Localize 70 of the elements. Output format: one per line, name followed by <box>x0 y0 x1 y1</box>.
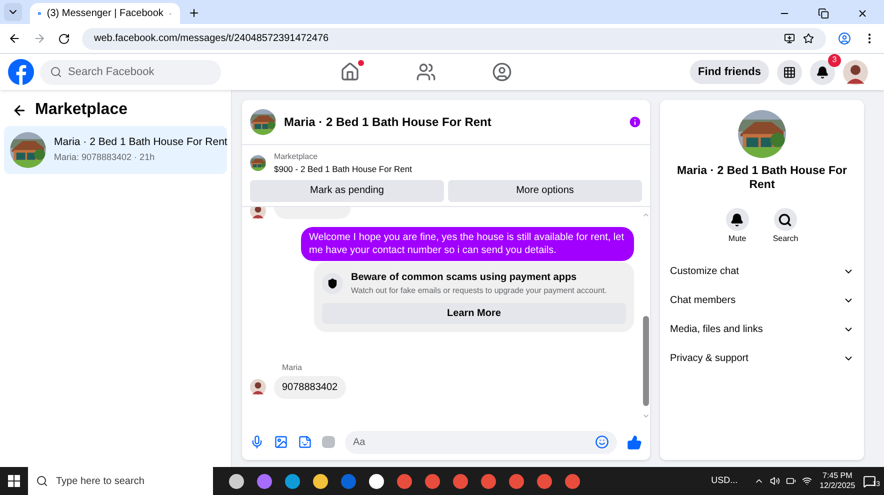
mute-button[interactable]: Mute <box>726 208 749 245</box>
restore-icon[interactable] <box>818 8 829 19</box>
sidebar-title: Marketplace <box>35 100 128 120</box>
listing-title: $900 - 2 Bed 1 Bath House For Rent <box>274 163 412 176</box>
sticker-icon[interactable] <box>298 435 312 449</box>
profile-icon[interactable] <box>838 32 851 45</box>
tray-widget-text[interactable]: USD... <box>711 474 738 488</box>
conversation-preview: Maria: 9078883402 · 21h <box>54 151 156 164</box>
reload-icon[interactable] <box>58 32 70 44</box>
bookmark-star-icon[interactable] <box>803 33 814 44</box>
browser-tab[interactable]: (3) Messenger | Facebook <box>30 3 180 24</box>
learn-more-button[interactable]: Learn More <box>322 302 626 324</box>
find-friends-button[interactable]: Find friends <box>690 60 769 84</box>
search-icon <box>50 66 62 78</box>
close-window-icon[interactable] <box>857 8 868 19</box>
scroll-down-icon[interactable] <box>642 412 650 420</box>
details-section[interactable]: Media, files and links <box>670 315 854 344</box>
photo-icon[interactable] <box>274 435 288 449</box>
battery-icon[interactable] <box>786 476 796 486</box>
sender-name: Maria <box>282 362 304 374</box>
emoji-icon[interactable] <box>595 435 609 449</box>
clock-date[interactable]: 12/2/2025 <box>820 481 856 491</box>
avatar <box>250 379 266 396</box>
listing-action-button[interactable]: More options <box>448 180 642 202</box>
user-circle-icon[interactable] <box>492 62 512 82</box>
avatar <box>250 206 266 219</box>
details-section[interactable]: Customize chat <box>670 257 854 286</box>
facebook-logo-icon[interactable] <box>8 59 34 85</box>
warning-text: Watch out for fake emails or requests to upgrade your payment account. <box>351 284 607 297</box>
apps-button[interactable] <box>777 60 802 84</box>
wifi-icon[interactable] <box>802 476 812 486</box>
avatar <box>843 60 868 84</box>
taskbar-app-icon[interactable] <box>369 474 384 488</box>
message-field[interactable]: Aa <box>345 430 617 454</box>
details-section[interactable]: Chat members <box>670 286 854 315</box>
bell-icon <box>816 66 829 78</box>
notification-badge: 3 <box>828 54 841 66</box>
microphone-icon[interactable] <box>250 435 264 449</box>
details-title: Maria · 2 Bed 1 Bath House For Rent <box>676 164 848 192</box>
people-icon[interactable] <box>416 62 436 82</box>
taskbar-app-icon[interactable] <box>313 474 328 488</box>
address-bar[interactable]: web.facebook.com/messages/t/24048572391472476 <box>82 28 826 50</box>
shield-icon <box>322 272 343 294</box>
conversation-item[interactable]: Maria · 2 Bed 1 Bath House For Rent Maria: 9078883402 · 21h <box>4 126 227 174</box>
like-icon[interactable] <box>627 434 642 450</box>
details-section[interactable]: Privacy & support <box>670 344 854 373</box>
conversation-title: Maria · 2 Bed 1 Bath House For Rent <box>54 135 228 150</box>
search-field[interactable]: Search Facebook <box>40 60 221 84</box>
taskbar-search-field[interactable]: Type here to search <box>28 467 213 495</box>
grid-icon <box>783 66 796 78</box>
back-icon[interactable] <box>8 32 21 45</box>
windows-logo-icon <box>8 475 20 487</box>
taskbar-app-icon[interactable] <box>229 474 244 488</box>
new-tab-icon[interactable] <box>188 7 200 19</box>
warning-title: Beware of common scams using payment apps <box>351 270 578 285</box>
search-icon <box>36 475 48 487</box>
tab-list-button[interactable] <box>4 3 22 21</box>
volume-icon[interactable] <box>770 476 780 486</box>
incoming-message: 9078883402 <box>274 376 346 399</box>
bell-icon <box>726 208 749 231</box>
outgoing-message: Welcome I hope you are fine, yes the house is still available for rent, let me have your contact number so i can send you details. <box>301 226 634 261</box>
search-button[interactable]: Search <box>772 208 798 245</box>
forward-icon[interactable] <box>33 32 46 45</box>
install-icon[interactable] <box>784 33 795 44</box>
clock-time[interactable]: 7:45 PM <box>822 471 852 481</box>
listing-action-button[interactable]: Mark as pending <box>250 180 444 202</box>
search-icon <box>774 208 797 231</box>
chat-title: Maria · 2 Bed 1 Bath House For Rent <box>284 114 492 131</box>
listing-label: Marketplace <box>274 151 319 163</box>
info-icon[interactable] <box>628 115 642 129</box>
